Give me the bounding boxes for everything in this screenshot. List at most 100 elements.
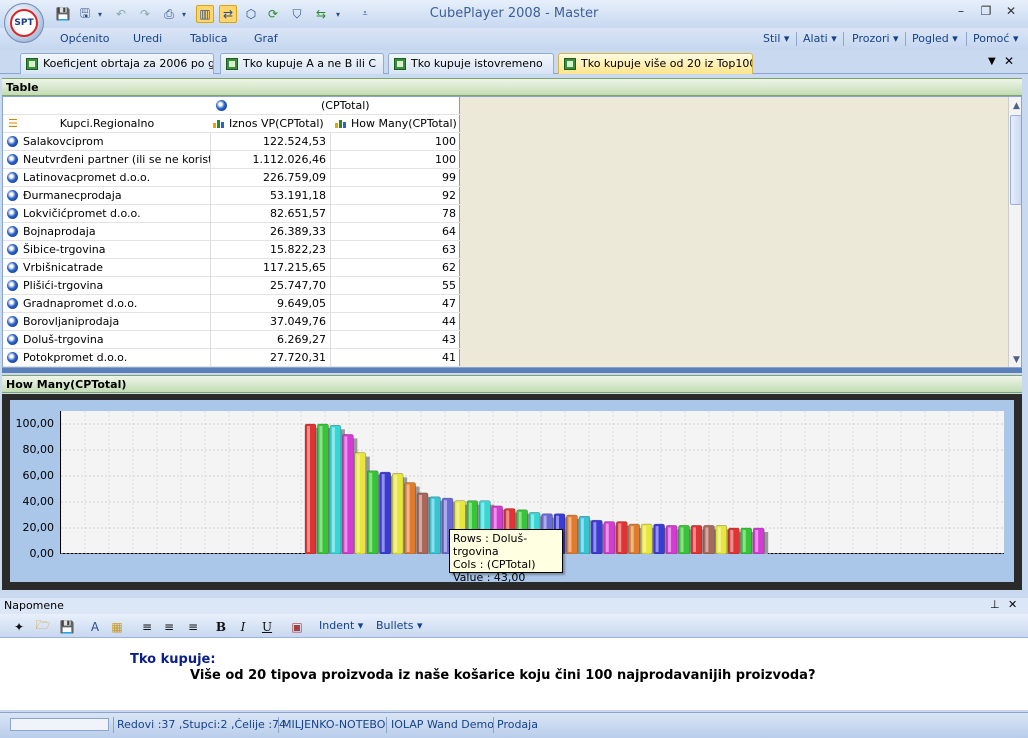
col-header-how-many[interactable]: How Many(CPTotal) <box>335 117 460 130</box>
menu-alati[interactable]: Alati ▾ <box>803 32 837 45</box>
chart-bar[interactable] <box>752 527 765 554</box>
menu-pogled[interactable]: Pogled ▾ <box>912 32 958 45</box>
chart-bar[interactable] <box>603 521 616 555</box>
tab-a-ne-b[interactable]: Tko kupuje A a ne B ili C <box>220 53 384 74</box>
chart-view-icon[interactable]: ▥ <box>196 5 214 23</box>
table-row[interactable]: Borovljaniprodaja 37.049,76 44 <box>3 313 460 331</box>
cell-how-many[interactable]: 100 <box>331 151 460 169</box>
chart-bar[interactable] <box>715 525 728 554</box>
cell-iznos[interactable]: 226.759,09 <box>211 169 331 187</box>
align-right-icon[interactable]: ≡ <box>184 618 202 635</box>
chart-bar[interactable] <box>379 471 391 554</box>
cell-iznos[interactable]: 15.822,23 <box>211 241 331 259</box>
font-icon[interactable]: A <box>86 618 104 635</box>
menu-graf[interactable]: Graf <box>254 32 278 45</box>
cell-how-many[interactable]: 78 <box>331 205 460 223</box>
menu-pomoc[interactable]: Pomoć ▾ <box>973 32 1019 45</box>
row-member[interactable]: Latinovacpromet d.o.o. <box>3 169 211 187</box>
row-member[interactable]: Vrbišnicatrade <box>3 259 211 277</box>
chart-bar[interactable] <box>566 514 578 554</box>
chart-bar[interactable] <box>366 470 379 554</box>
tab-koeficjent[interactable]: Koeficjent obrtaja za 2006 po g... <box>20 53 214 74</box>
table-row[interactable]: Potokpromet d.o.o. 27.720,31 41 <box>3 349 460 367</box>
chart-bar[interactable] <box>317 423 329 554</box>
save-icon[interactable]: 💾 <box>54 5 72 23</box>
redo-icon[interactable]: ↷ <box>136 5 154 23</box>
chart-bar[interactable] <box>404 482 416 555</box>
cell-iznos[interactable]: 25.747,70 <box>211 277 331 295</box>
chart-bar[interactable] <box>429 496 441 554</box>
chart-bar[interactable] <box>342 434 354 554</box>
table-row[interactable]: Neutvrđeni partner (ili se ne koristi) 1.… <box>3 151 460 169</box>
panel-splitter[interactable] <box>2 368 1022 373</box>
cube-icon[interactable]: ⬡ <box>242 5 260 23</box>
export-icon[interactable]: ⇆ <box>312 5 330 23</box>
swap-axes-icon[interactable]: ⇄ <box>219 5 237 23</box>
chart-bar[interactable] <box>690 525 703 554</box>
refresh-icon[interactable]: ⟳ <box>264 5 282 23</box>
vertical-scrollbar[interactable]: ▲ ▼ <box>1008 97 1021 367</box>
cell-iznos[interactable]: 1.112.026,46 <box>211 151 331 169</box>
save-as-icon[interactable]: 🖫 <box>76 5 94 23</box>
dropdown-arrow-icon[interactable]: ▾ <box>96 5 104 23</box>
row-member[interactable]: Bojnaprodaja <box>3 223 211 241</box>
bullets-dropdown[interactable]: Bullets ▾ <box>376 619 422 632</box>
cell-iznos[interactable]: 53.191,18 <box>211 187 331 205</box>
chart-bar[interactable] <box>653 523 665 554</box>
notes-editor[interactable]: Tko kupuje: Više od 20 tipova proizvoda … <box>0 638 1028 710</box>
align-left-icon[interactable]: ≡ <box>138 618 156 635</box>
tab-top100[interactable]: Tko kupuje više od 20 iz Top100... <box>558 53 753 74</box>
cell-how-many[interactable]: 47 <box>331 295 460 313</box>
table-row[interactable]: Đurmanecprodaja 53.191,18 92 <box>3 187 460 205</box>
chart-bar[interactable] <box>640 523 653 554</box>
menu-opcenito[interactable]: Općenito <box>60 32 110 45</box>
cell-iznos[interactable]: 26.389,33 <box>211 223 331 241</box>
table-row[interactable]: Vrbišnicatrade 117.215,65 62 <box>3 259 460 277</box>
cell-how-many[interactable]: 62 <box>331 259 460 277</box>
cell-iznos[interactable]: 37.049,76 <box>211 313 331 331</box>
tab-istovremeno[interactable]: Tko kupuje istovremeno <box>388 53 554 74</box>
table-row[interactable]: Plišići-trgovina 25.747,70 55 <box>3 277 460 295</box>
print-icon[interactable]: ⎙ <box>160 5 178 23</box>
save-note-icon[interactable]: 💾 <box>58 618 76 635</box>
menu-prozori[interactable]: Prozori ▾ <box>852 32 899 45</box>
chart-bar[interactable] <box>665 525 678 554</box>
row-member[interactable]: Doluš-trgovina <box>3 331 211 349</box>
app-menu-button[interactable]: SPT <box>4 3 44 43</box>
chart-bar[interactable] <box>304 423 317 554</box>
undo-icon[interactable]: ↶ <box>112 5 130 23</box>
chart-bar[interactable] <box>416 492 429 554</box>
row-member[interactable]: Lokvičićpromet d.o.o. <box>3 205 211 223</box>
row-member[interactable]: Potokpromet d.o.o. <box>3 349 211 367</box>
cell-iznos[interactable]: 9.649,05 <box>211 295 331 313</box>
open-folder-icon[interactable]: 🗁 <box>34 618 52 635</box>
scroll-up-icon[interactable]: ▲ <box>1010 99 1021 113</box>
cell-iznos[interactable]: 117.215,65 <box>211 259 331 277</box>
table-row[interactable]: Latinovacpromet d.o.o. 226.759,09 99 <box>3 169 460 187</box>
new-note-icon[interactable]: ✦ <box>10 618 28 635</box>
scroll-down-icon[interactable]: ▼ <box>1010 353 1021 367</box>
chart-bar[interactable] <box>740 527 753 554</box>
cell-how-many[interactable]: 100 <box>331 133 460 151</box>
row-member[interactable]: Borovljaniprodaja <box>3 313 211 331</box>
chart-bar[interactable] <box>329 425 342 554</box>
tab-list-icon[interactable]: ▼ <box>988 56 996 67</box>
bold-icon[interactable]: B <box>212 618 230 635</box>
menu-uredi[interactable]: Uredi <box>133 32 162 45</box>
cell-how-many[interactable]: 63 <box>331 241 460 259</box>
row-member[interactable]: Šibice-trgovina <box>3 241 211 259</box>
close-button[interactable]: ✕ <box>1000 4 1022 22</box>
menu-tablica[interactable]: Tablica <box>190 32 228 45</box>
table-row[interactable]: Gradnapromet d.o.o. 9.649,05 47 <box>3 295 460 313</box>
customize-toolbar-icon[interactable]: ⩡ <box>360 5 370 23</box>
chart-bar[interactable] <box>591 519 603 554</box>
pin-icon[interactable]: ⊥ <box>990 598 1000 611</box>
chart-bar[interactable] <box>728 527 740 554</box>
row-member[interactable]: Gradnapromet d.o.o. <box>3 295 211 313</box>
scroll-thumb[interactable] <box>1010 115 1021 205</box>
insert-image-icon[interactable]: ▣ <box>288 618 306 635</box>
table-row[interactable]: Salakovciprom 122.524,53 100 <box>3 133 460 151</box>
chart-bar[interactable] <box>354 452 367 554</box>
table-icon[interactable]: ▦ <box>108 618 126 635</box>
dropdown-arrow-icon[interactable]: ▾ <box>180 5 188 23</box>
